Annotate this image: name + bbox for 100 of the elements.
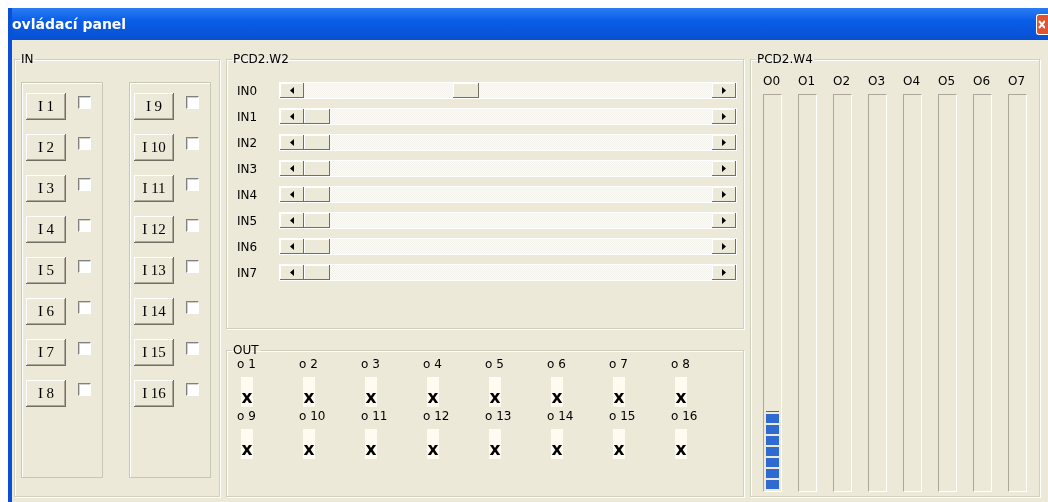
- output-value: x: [427, 429, 439, 459]
- scroll-slider[interactable]: [279, 134, 737, 151]
- input-button[interactable]: I 1: [26, 93, 66, 120]
- left-arrow-icon: [290, 87, 294, 94]
- scroll-right-button[interactable]: [712, 187, 736, 202]
- output-label: o 5: [485, 357, 504, 371]
- output-label: o 1: [237, 357, 256, 371]
- checkbox[interactable]: [186, 178, 199, 191]
- output-label: o 7: [609, 357, 628, 371]
- scroll-right-button[interactable]: [712, 239, 736, 254]
- scroll-right-button[interactable]: [712, 83, 736, 98]
- output-value: x: [489, 429, 501, 459]
- checkbox[interactable]: [78, 96, 91, 109]
- right-arrow-icon: [722, 113, 726, 120]
- slider-label: IN2: [237, 135, 259, 150]
- output-value: x: [489, 377, 501, 407]
- scroll-right-button[interactable]: [712, 213, 736, 228]
- slider-thumb[interactable]: [304, 109, 331, 124]
- scroll-slider[interactable]: [279, 108, 737, 125]
- scroll-right-button[interactable]: [712, 109, 736, 124]
- input-button[interactable]: I 3: [26, 175, 66, 202]
- scroll-slider[interactable]: [279, 82, 737, 99]
- input-button[interactable]: I 6: [26, 298, 66, 325]
- output-value: x: [675, 429, 687, 459]
- left-arrow-icon: [290, 139, 294, 146]
- checkbox[interactable]: [186, 219, 199, 232]
- checkbox[interactable]: [186, 260, 199, 273]
- input-button[interactable]: I 14: [134, 298, 174, 325]
- window-title: ovládací panel: [12, 16, 127, 32]
- scroll-left-button[interactable]: [280, 213, 304, 228]
- input-button[interactable]: I 8: [26, 380, 66, 407]
- checkbox[interactable]: [186, 137, 199, 150]
- checkbox[interactable]: [78, 260, 91, 273]
- slider-thumb[interactable]: [304, 135, 331, 150]
- scroll-right-button[interactable]: [712, 265, 736, 280]
- scroll-slider[interactable]: [279, 264, 737, 281]
- right-arrow-icon: [722, 165, 726, 172]
- left-arrow-icon: [290, 191, 294, 198]
- scroll-slider[interactable]: [279, 212, 737, 229]
- output-label: o 3: [361, 357, 380, 371]
- input-button[interactable]: I 2: [26, 134, 66, 161]
- right-arrow-icon: [722, 87, 726, 94]
- output-value: x: [303, 429, 315, 459]
- output-label: o 16: [671, 409, 698, 423]
- slider-thumb[interactable]: [453, 83, 480, 98]
- input-button[interactable]: I 11: [134, 175, 174, 202]
- slider-thumb[interactable]: [304, 213, 331, 228]
- checkbox[interactable]: [186, 383, 199, 396]
- checkbox[interactable]: [78, 383, 91, 396]
- input-button[interactable]: I 12: [134, 216, 174, 243]
- scroll-left-button[interactable]: [280, 239, 304, 254]
- scroll-left-button[interactable]: [280, 265, 304, 280]
- input-button[interactable]: I 7: [26, 339, 66, 366]
- group-label: OUT: [232, 343, 260, 357]
- scroll-slider[interactable]: [279, 186, 737, 203]
- slider-label: IN7: [237, 265, 259, 280]
- right-arrow-icon: [722, 191, 726, 198]
- checkbox[interactable]: [78, 178, 91, 191]
- output-label: o 9: [237, 409, 256, 423]
- slider-thumb[interactable]: [304, 239, 331, 254]
- output-label: o 14: [547, 409, 574, 423]
- slider-thumb[interactable]: [304, 265, 331, 280]
- input-button[interactable]: I 5: [26, 257, 66, 284]
- scroll-right-button[interactable]: [712, 161, 736, 176]
- output-value: x: [675, 377, 687, 407]
- left-arrow-icon: [290, 217, 294, 224]
- left-arrow-icon: [290, 243, 294, 250]
- input-button[interactable]: I 9: [134, 93, 174, 120]
- meter-label: O1: [798, 74, 817, 88]
- checkbox[interactable]: [78, 219, 91, 232]
- scroll-left-button[interactable]: [280, 83, 304, 98]
- left-arrow-icon: [290, 113, 294, 120]
- group-label: PCD2.W2: [232, 52, 290, 66]
- slider-label: IN6: [237, 239, 259, 254]
- scroll-left-button[interactable]: [280, 135, 304, 150]
- scroll-left-button[interactable]: [280, 109, 304, 124]
- input-button[interactable]: I 15: [134, 339, 174, 366]
- checkbox[interactable]: [78, 137, 91, 150]
- scroll-right-button[interactable]: [712, 135, 736, 150]
- checkbox[interactable]: [186, 96, 199, 109]
- slider-thumb[interactable]: [304, 161, 331, 176]
- scroll-slider[interactable]: [279, 160, 737, 177]
- input-button[interactable]: I 10: [134, 134, 174, 161]
- output-value: x: [303, 377, 315, 407]
- left-arrow-icon: [290, 269, 294, 276]
- input-button[interactable]: I 16: [134, 380, 174, 407]
- checkbox[interactable]: [78, 342, 91, 355]
- input-button[interactable]: I 13: [134, 257, 174, 284]
- scroll-left-button[interactable]: [280, 187, 304, 202]
- close-button[interactable]: [1036, 13, 1048, 35]
- checkbox[interactable]: [78, 301, 91, 314]
- output-label: o 15: [609, 409, 636, 423]
- scroll-slider[interactable]: [279, 238, 737, 255]
- scroll-left-button[interactable]: [280, 161, 304, 176]
- checkbox[interactable]: [186, 342, 199, 355]
- checkbox[interactable]: [186, 301, 199, 314]
- meter-label: O5: [938, 74, 957, 88]
- input-button[interactable]: I 4: [26, 216, 66, 243]
- slider-thumb[interactable]: [304, 187, 331, 202]
- meter-label: O3: [868, 74, 887, 88]
